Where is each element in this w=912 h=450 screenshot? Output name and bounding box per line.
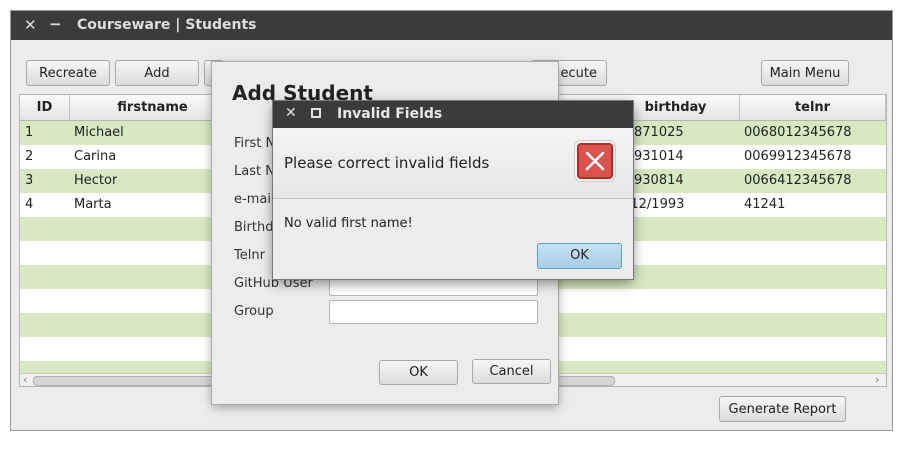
cell-id: 4 <box>25 197 34 212</box>
alert-title-bar: ✕ Invalid Fields <box>273 101 633 128</box>
invalid-fields-alert: ✕ Invalid Fields Please correct invalid … <box>273 101 633 279</box>
maximize-icon[interactable] <box>311 108 321 118</box>
minimize-icon[interactable]: − <box>49 15 62 33</box>
cell-firstname: Michael <box>74 125 124 140</box>
email-label: e-mai <box>234 192 271 207</box>
alert-content-text: No valid first name! <box>284 216 413 231</box>
birthday-label: Birthd <box>234 220 274 235</box>
group-label: Group <box>234 304 274 319</box>
alert-title: Invalid Fields <box>337 106 443 122</box>
dialog-ok-button[interactable]: OK <box>379 360 458 385</box>
title-bar: ✕ − Courseware | Students <box>11 11 892 40</box>
alert-ok-button[interactable]: OK <box>537 243 622 269</box>
column-header-telnr[interactable]: telnr <box>740 95 886 120</box>
add-button[interactable]: Add <box>115 60 199 86</box>
alert-header: Please correct invalid fields <box>273 128 633 199</box>
window-title: Courseware | Students <box>77 17 257 33</box>
cell-firstname: Carina <box>74 149 117 164</box>
telnr-label: Telnr <box>234 248 265 263</box>
cell-firstname: Marta <box>74 197 112 212</box>
cell-id: 3 <box>25 173 34 188</box>
cell-birthday: 930814 <box>634 173 684 188</box>
cell-firstname: Hector <box>74 173 118 188</box>
first-name-label: First N <box>234 136 276 151</box>
cell-telnr: 0068012345678 <box>744 125 852 140</box>
scroll-right-icon[interactable]: › <box>875 373 879 386</box>
cell-birthday: /12/1993 <box>626 197 685 212</box>
last-name-label: Last N <box>234 164 275 179</box>
alert-header-text: Please correct invalid fields <box>284 154 490 172</box>
dialog-cancel-button[interactable]: Cancel <box>472 359 551 384</box>
cell-telnr: 0069912345678 <box>744 149 852 164</box>
group-input[interactable] <box>329 300 538 324</box>
close-icon[interactable]: ✕ <box>24 16 37 34</box>
cell-birthday: 931014 <box>634 149 684 164</box>
error-icon <box>577 143 613 179</box>
generate-report-button[interactable]: Generate Report <box>719 396 846 422</box>
close-icon[interactable]: ✕ <box>285 105 297 121</box>
cell-id: 1 <box>25 125 34 140</box>
cell-telnr: 41241 <box>744 197 786 212</box>
recreate-button[interactable]: Recreate <box>26 60 110 86</box>
cell-telnr: 0066412345678 <box>744 173 852 188</box>
cell-birthday: 871025 <box>634 125 684 140</box>
main-menu-button[interactable]: Main Menu <box>761 60 849 86</box>
cell-id: 2 <box>25 149 34 164</box>
scroll-left-icon[interactable]: ‹ <box>23 373 27 386</box>
column-header-id[interactable]: ID <box>20 95 70 120</box>
